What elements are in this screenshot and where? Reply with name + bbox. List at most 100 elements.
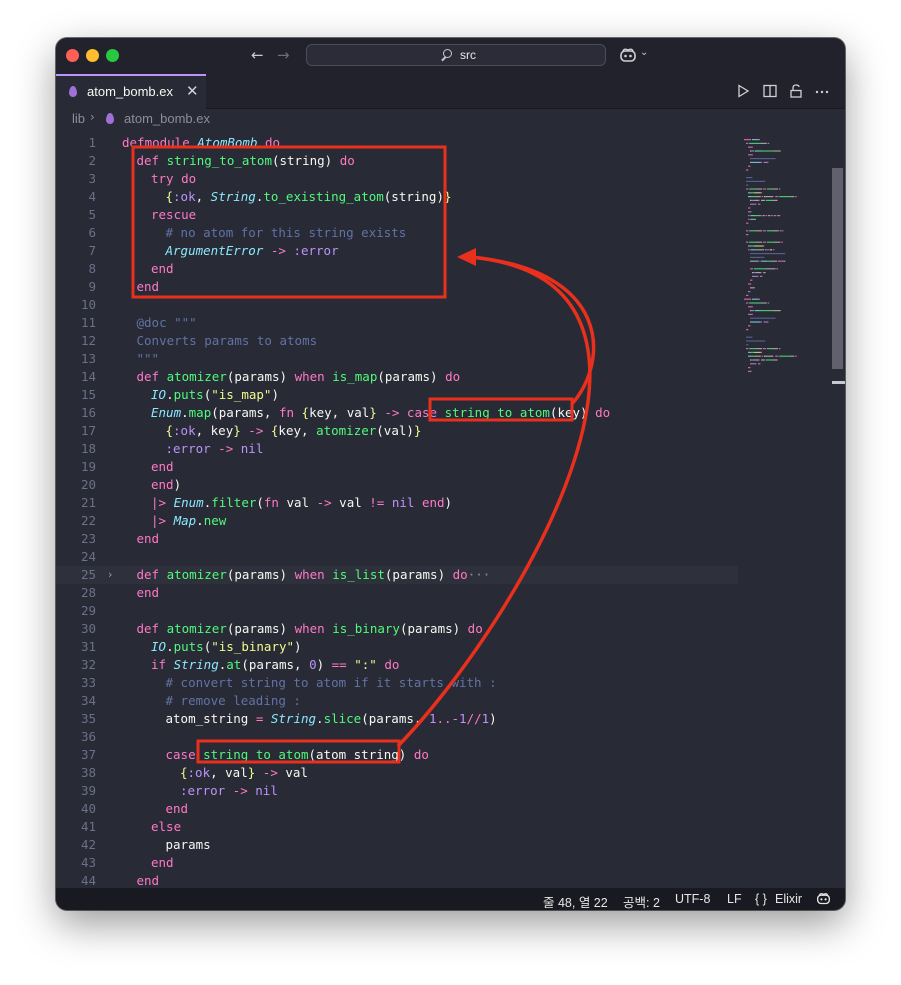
minimap-mark [752, 355, 755, 357]
minimap-mark [748, 207, 751, 209]
minimap-mark [754, 245, 764, 247]
minimap-mark [746, 294, 749, 296]
minimap-mark [778, 260, 782, 262]
status-eol[interactable]: LF [727, 892, 742, 906]
code-line[interactable]: 25 › def atomizer(params) when is_list(par… [56, 566, 738, 584]
minimize-window-button[interactable] [86, 49, 99, 62]
code-line[interactable]: 32 if String.at(params, 0) == ":" do [56, 656, 845, 674]
minimap-mark [748, 215, 750, 217]
code-line[interactable]: 23 end [56, 530, 845, 548]
minimap-mark [771, 188, 778, 190]
copilot-status-icon[interactable] [816, 892, 831, 905]
code-line[interactable]: 35 atom_string = String.slice(params, 1..… [56, 710, 845, 728]
code-line[interactable]: 10 [56, 296, 845, 314]
code-line[interactable]: 39:error -> nil [56, 782, 845, 800]
code-editor[interactable]: 1 defmodule AtomBomb do 2 def string_to_ato… [56, 129, 845, 888]
code-line[interactable]: 33 # convert string to atom if it starts … [56, 674, 845, 692]
minimap-mark [750, 215, 754, 217]
minimap-mark [761, 196, 764, 198]
code-line[interactable]: 24 [56, 548, 845, 566]
code-line[interactable]: 12 Converts params to atoms [56, 332, 845, 350]
lock-icon[interactable] [789, 84, 803, 98]
code-line[interactable]: 13 """ [56, 350, 845, 368]
code-line[interactable]: 20 end) [56, 476, 845, 494]
code-line[interactable]: 38 {:ok, val} -> val [56, 764, 845, 782]
back-arrow-icon[interactable]: ← [251, 46, 264, 64]
zoom-window-button[interactable] [106, 49, 119, 62]
status-cursor-position[interactable]: 줄 48, 열 22 [543, 892, 608, 910]
minimap-mark [746, 241, 749, 243]
code-line[interactable]: 28 end [56, 584, 845, 602]
minimap-mark [750, 268, 754, 270]
scrollbar-thumb[interactable] [832, 168, 843, 369]
code-line[interactable]: 15 IO.puts("is_map") [56, 386, 845, 404]
status-language[interactable]: Elixir [775, 892, 802, 906]
chevron-down-icon[interactable]: ⌄ [640, 47, 648, 58]
status-encoding[interactable]: UTF-8 [675, 892, 710, 906]
minimap-mark [776, 268, 778, 270]
line-number: 38 [80, 765, 96, 780]
minimap-mark [760, 275, 763, 277]
code-line[interactable]: 5 rescue [56, 206, 845, 224]
breadcrumb-file[interactable]: atom_bomb.ex [124, 111, 210, 126]
code-line[interactable]: 18:error -> nil [56, 440, 845, 458]
code-line[interactable]: 43 end [56, 854, 845, 872]
code-line[interactable]: 40 end [56, 800, 845, 818]
code-line[interactable]: 41 else [56, 818, 845, 836]
minimap-mark [760, 142, 767, 144]
fold-chevron-icon[interactable]: › [108, 566, 112, 584]
code-line[interactable]: 8 end [56, 260, 845, 278]
code-line[interactable]: 7 ArgumentError -> :error [56, 242, 845, 260]
breadcrumb-folder[interactable]: lib [72, 111, 85, 126]
code-line[interactable]: 30 def atomizer(params) when is_binary(pa… [56, 620, 845, 638]
code-line[interactable]: 19 end [56, 458, 845, 476]
minimap-mark [750, 310, 754, 312]
code-line[interactable]: 16 Enum.map(params, fn {key, val} -> case… [56, 404, 845, 422]
tab-atom-bomb[interactable]: atom_bomb.ex ✕ [56, 74, 206, 109]
status-indentation[interactable]: 공백: 2 [623, 892, 660, 910]
code-line[interactable]: 17 {:ok, key} -> {key, atomizer(val)} [56, 422, 845, 440]
code-line[interactable]: 36 [56, 728, 845, 746]
forward-arrow-icon[interactable]: → [277, 46, 290, 64]
copilot-icon[interactable] [619, 48, 637, 62]
line-number: 21 [80, 495, 96, 510]
minimap-mark [754, 215, 760, 217]
code-line[interactable]: 11 @doc """ [56, 314, 845, 332]
code-line[interactable]: 37 case string_to_atom(atom_string) do [56, 746, 845, 764]
code-line[interactable]: 3 try do [56, 170, 845, 188]
code-line[interactable]: 22 |> Map.new [56, 512, 845, 530]
code-line[interactable]: 29 [56, 602, 845, 620]
minimap-mark [746, 302, 749, 304]
minimap-mark [753, 150, 755, 152]
minimap-mark [746, 184, 749, 186]
minimap-mark [766, 241, 774, 243]
minimap-mark [778, 348, 781, 350]
more-icon[interactable] [815, 84, 829, 98]
line-number: 23 [80, 531, 96, 546]
run-icon[interactable] [736, 84, 750, 98]
code-line[interactable]: 34 # remove leading : [56, 692, 845, 710]
code-line[interactable]: 21 |> Enum.filter(fn val -> val != nil en… [56, 494, 845, 512]
minimap-mark [760, 321, 762, 323]
code-line[interactable]: 6 # no atom for this string exists [56, 224, 845, 242]
code-line[interactable]: 14 def atomizer(params) when is_map(param… [56, 368, 845, 386]
code-line[interactable]: 4 {:ok, String.to_existing_atom(string)} [56, 188, 845, 206]
minimap-mark [779, 355, 791, 357]
minimap-mark [749, 241, 756, 243]
minimap-mark [748, 218, 750, 220]
close-window-button[interactable] [66, 49, 79, 62]
split-editor-icon[interactable] [763, 84, 777, 98]
minimap-mark [772, 355, 774, 357]
code-line[interactable]: 42 params [56, 836, 845, 854]
code-text: IO.puts("is_binary") [151, 639, 302, 654]
minimap-mark [750, 260, 759, 262]
minimap[interactable] [744, 139, 832, 379]
code-line[interactable]: 2 def string_to_atom(string) do [56, 152, 845, 170]
minimap-mark [754, 310, 760, 312]
code-line[interactable]: 44 end [56, 872, 845, 888]
close-icon[interactable]: ✕ [186, 82, 199, 100]
code-line[interactable]: 9 end [56, 278, 845, 296]
command-center-search[interactable]: src [306, 44, 606, 66]
code-line[interactable]: 1 defmodule AtomBomb do [56, 134, 845, 152]
code-line[interactable]: 31 IO.puts("is_binary") [56, 638, 845, 656]
